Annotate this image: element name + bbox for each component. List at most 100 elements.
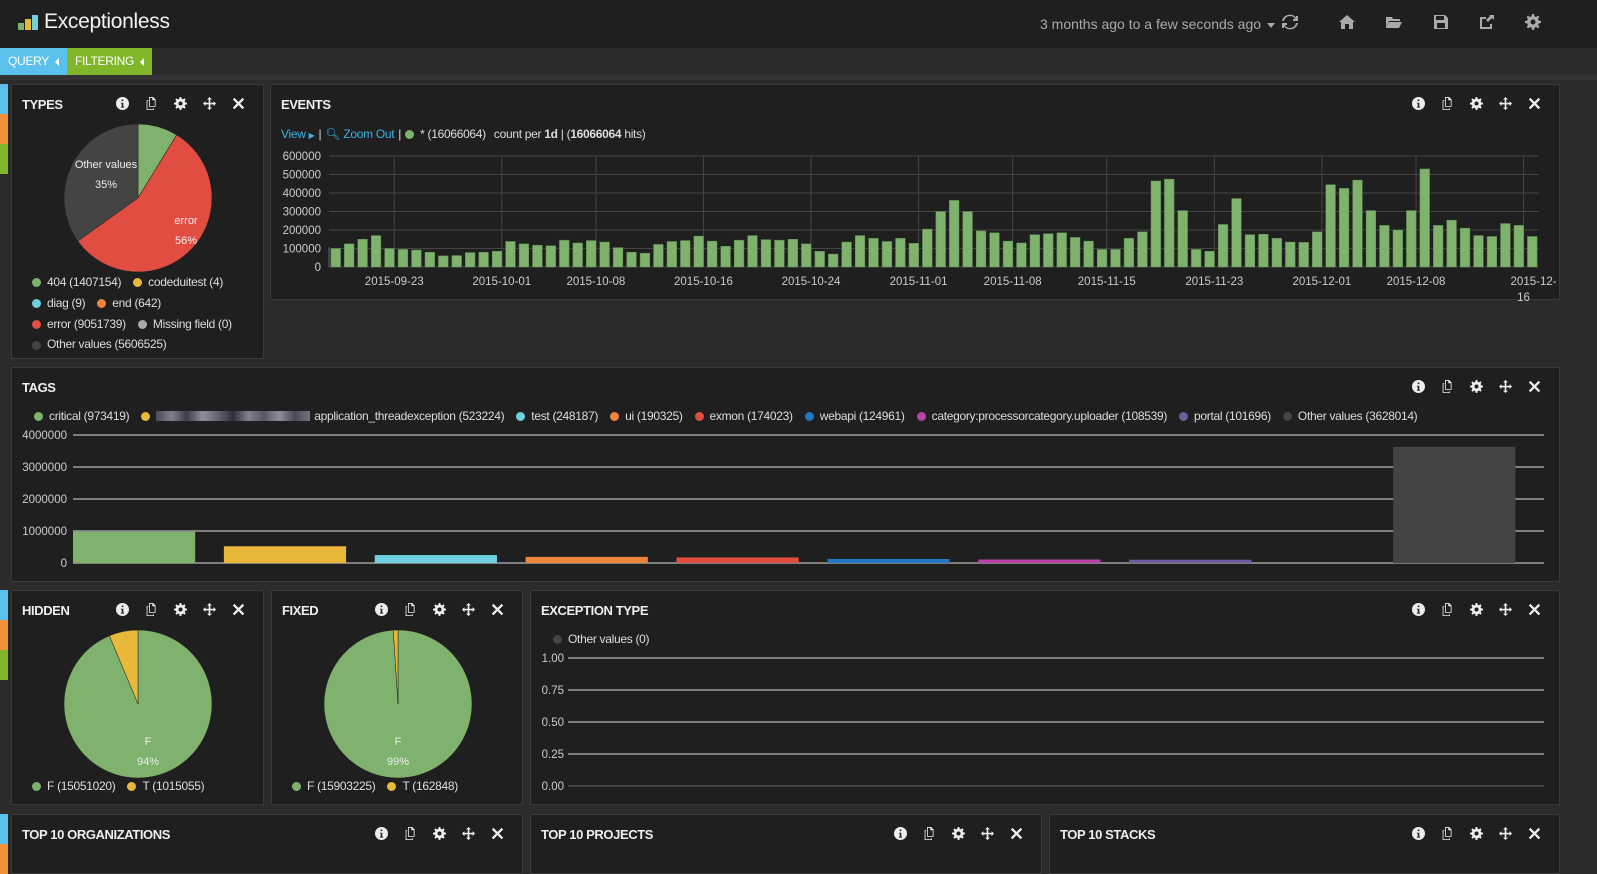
view-menu-link[interactable]: View ▶ <box>281 127 315 141</box>
legend-item[interactable]: F (15903225) <box>292 779 376 793</box>
tag-bar-critical[interactable] <box>73 531 196 563</box>
event-bar[interactable] <box>478 251 489 268</box>
event-bar[interactable] <box>1137 231 1148 268</box>
close-icon[interactable] <box>1520 95 1549 113</box>
event-bar[interactable] <box>465 252 476 268</box>
event-bar[interactable] <box>801 243 812 268</box>
event-bar[interactable] <box>1123 238 1135 268</box>
tag-bar-other-values[interactable] <box>1393 446 1516 563</box>
event-bar[interactable] <box>370 235 382 268</box>
event-bar[interactable] <box>881 241 893 268</box>
duplicate-icon[interactable] <box>137 95 166 113</box>
legend-item[interactable]: portal (101696) <box>1179 409 1271 423</box>
event-bar[interactable] <box>787 239 798 268</box>
event-bar[interactable] <box>1150 180 1161 268</box>
filtering-pill[interactable]: FILTERING <box>66 48 153 75</box>
event-bar[interactable] <box>1271 238 1282 268</box>
close-icon[interactable] <box>1520 378 1549 396</box>
event-bar[interactable] <box>1164 178 1175 268</box>
event-bar[interactable] <box>1231 198 1242 268</box>
event-bar[interactable] <box>572 242 583 268</box>
event-bar[interactable] <box>1298 242 1309 268</box>
legend-item[interactable]: F (15051020) <box>32 779 116 793</box>
legend-item[interactable]: test (248187) <box>516 409 598 423</box>
folder-open-icon[interactable] <box>1385 14 1403 32</box>
duplicate-icon[interactable] <box>396 825 425 843</box>
event-bar[interactable] <box>1083 240 1094 268</box>
tag-bar-category-processorcategory-uploader[interactable] <box>978 559 1101 563</box>
event-bar[interactable] <box>384 248 395 268</box>
event-bar[interactable] <box>1406 210 1417 268</box>
event-bar[interactable] <box>922 228 933 268</box>
move-icon[interactable] <box>1491 601 1520 619</box>
gear-icon[interactable] <box>166 95 195 113</box>
brand[interactable]: Exceptionless <box>18 10 170 34</box>
duplicate-icon[interactable] <box>915 825 944 843</box>
event-bar[interactable] <box>451 255 462 268</box>
event-bar[interactable] <box>747 235 758 268</box>
legend-item[interactable]: codeduitest (4) <box>133 273 223 293</box>
event-bar[interactable] <box>1029 234 1040 268</box>
event-bar[interactable] <box>1312 231 1323 268</box>
legend-item[interactable]: error (9051739) <box>32 315 126 335</box>
info-icon[interactable] <box>367 601 396 619</box>
close-icon[interactable] <box>1002 825 1031 843</box>
event-bar[interactable] <box>733 239 745 268</box>
zoom-out-link[interactable]: 🔍︎ Zoom Out <box>325 127 394 141</box>
event-bar[interactable] <box>962 211 973 268</box>
gear-icon[interactable] <box>1462 601 1491 619</box>
event-bar[interactable] <box>814 251 825 268</box>
event-bar[interactable] <box>424 251 435 268</box>
event-bar[interactable] <box>1338 188 1350 268</box>
event-bar[interactable] <box>1473 235 1484 268</box>
event-bar[interactable] <box>1325 184 1336 268</box>
event-bar[interactable] <box>653 244 664 268</box>
event-bar[interactable] <box>357 239 368 268</box>
duplicate-icon[interactable] <box>1433 95 1462 113</box>
info-icon[interactable] <box>1404 378 1433 396</box>
gear-icon[interactable] <box>944 825 973 843</box>
move-icon[interactable] <box>195 601 224 619</box>
gear-icon[interactable] <box>1462 378 1491 396</box>
legend-item[interactable]: T (162848) <box>387 779 458 793</box>
event-bar[interactable] <box>1379 225 1390 268</box>
duplicate-icon[interactable] <box>1433 601 1462 619</box>
event-bar[interactable] <box>1177 210 1188 268</box>
close-icon[interactable] <box>483 825 512 843</box>
duplicate-icon[interactable] <box>1433 825 1462 843</box>
event-bar[interactable] <box>975 230 987 268</box>
event-bar[interactable] <box>1258 234 1269 268</box>
move-icon[interactable] <box>1491 95 1520 113</box>
event-bar[interactable] <box>1244 234 1256 268</box>
event-bar[interactable] <box>989 232 1000 268</box>
event-bar[interactable] <box>1433 225 1444 268</box>
info-icon[interactable] <box>108 95 137 113</box>
move-icon[interactable] <box>454 601 483 619</box>
tag-bar-webapi[interactable] <box>827 559 950 563</box>
info-icon[interactable] <box>367 825 396 843</box>
row-collapse-handle-4[interactable] <box>0 814 8 874</box>
event-bar[interactable] <box>1500 223 1511 268</box>
event-bar[interactable] <box>411 249 422 268</box>
event-bar[interactable] <box>639 252 651 268</box>
gear-icon[interactable] <box>1462 825 1491 843</box>
home-icon[interactable] <box>1338 14 1356 32</box>
legend-item[interactable]: Other values (0) <box>553 632 650 646</box>
event-bar[interactable] <box>1070 237 1081 268</box>
event-bar[interactable] <box>397 249 409 268</box>
event-bar[interactable] <box>532 244 543 268</box>
event-bar[interactable] <box>854 235 866 268</box>
tag-bar-ui[interactable] <box>525 556 648 563</box>
event-bar[interactable] <box>1002 240 1014 268</box>
event-bar[interactable] <box>908 243 919 268</box>
event-bar[interactable] <box>841 241 852 268</box>
save-icon[interactable] <box>1432 14 1450 32</box>
gear-icon[interactable] <box>1524 14 1542 32</box>
event-bar[interactable] <box>626 251 637 268</box>
time-range-picker[interactable]: 3 months ago to a few seconds ago <box>1040 16 1276 32</box>
event-bar[interactable] <box>1446 219 1457 268</box>
move-icon[interactable] <box>1491 825 1520 843</box>
info-icon[interactable] <box>1404 601 1433 619</box>
close-icon[interactable] <box>1520 825 1549 843</box>
event-bar[interactable] <box>1096 249 1108 268</box>
